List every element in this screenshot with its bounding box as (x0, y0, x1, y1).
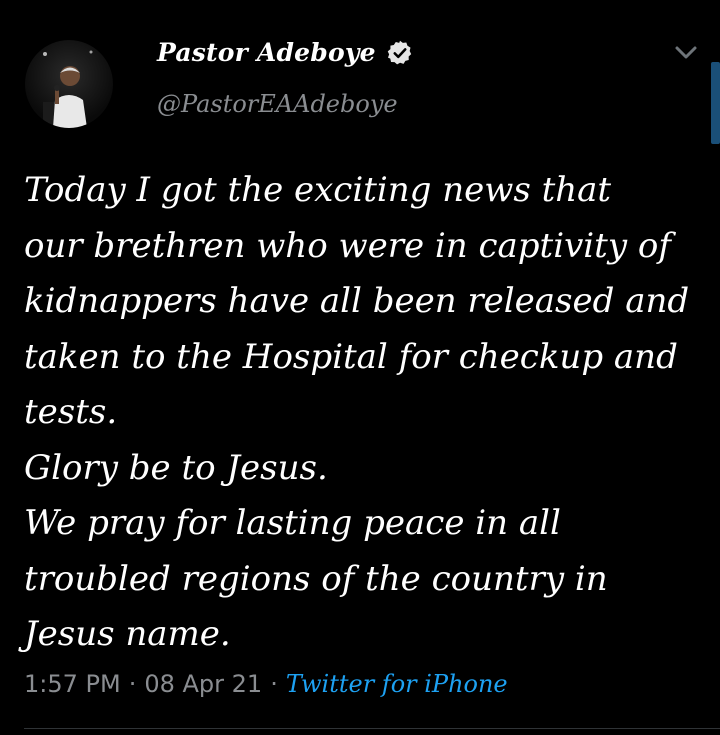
source-link[interactable]: Twitter for iPhone (286, 670, 508, 698)
tweet-text-line: taken to the Hospital for checkup and (24, 336, 678, 377)
user-avatar-icon (43, 50, 93, 128)
separator: · (128, 670, 137, 698)
tweet-text-line: our brethren who were in captivity of (24, 225, 671, 266)
separator: · (270, 670, 278, 698)
avatar[interactable] (25, 40, 113, 128)
tweet-text-line: Glory be to Jesus. (24, 447, 328, 488)
verified-badge-icon (386, 39, 414, 67)
display-name[interactable]: Pastor Adeboye (157, 38, 376, 67)
author-row: Pastor Adeboye (157, 38, 414, 67)
tweet-text-line: Jesus name. (24, 614, 231, 654)
tweet-text: Today I got the exciting news that our b… (24, 163, 704, 663)
tweet-text-line: tests. (24, 392, 118, 432)
tweet-text-line: Today I got the exciting news that (24, 170, 612, 210)
tweet-text-line: We pray for lasting peace in all (24, 503, 561, 543)
scrollbar[interactable] (711, 62, 720, 144)
chevron-down-icon[interactable] (672, 42, 700, 64)
tweet-time[interactable]: 1:57 PM (24, 670, 121, 698)
divider (24, 728, 720, 729)
tweet-date[interactable]: 08 Apr 21 (144, 670, 262, 698)
tweet-text-line: troubled regions of the country in (24, 558, 608, 599)
tweet-text-line: kidnappers have all been released and (24, 281, 690, 321)
tweet: Pastor Adeboye @PastorEAAdeboye Today I … (0, 0, 720, 735)
handle[interactable]: @PastorEAAdeboye (157, 90, 398, 118)
tweet-meta: 1:57 PM · 08 Apr 21 · Twitter for iPhone (24, 670, 508, 698)
